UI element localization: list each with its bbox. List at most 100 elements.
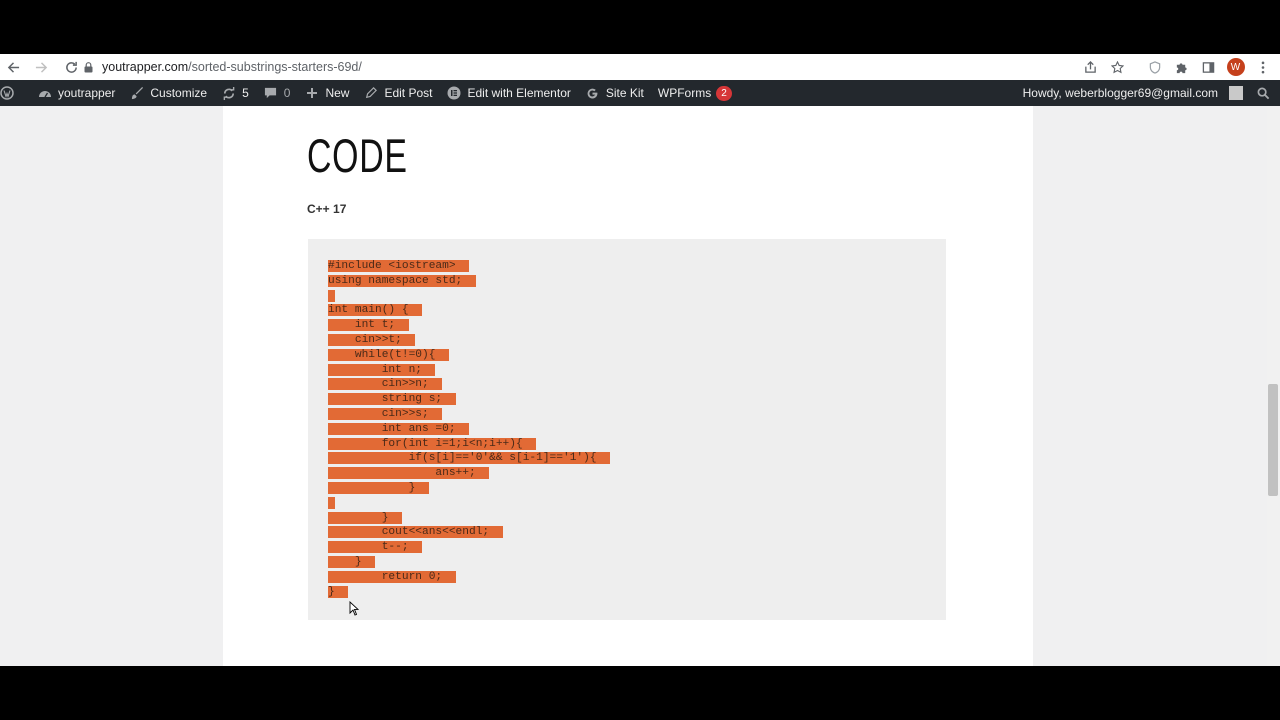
pencil-icon — [363, 87, 379, 99]
howdy-label: Howdy, weberblogger69@gmail.com — [1022, 86, 1218, 100]
admin-search-button[interactable] — [1251, 80, 1280, 106]
paintbrush-icon — [129, 86, 145, 100]
code-line: cin>>n; — [328, 377, 610, 392]
code-line: int ans =0; — [328, 422, 610, 437]
code-line: cin>>t; — [328, 333, 610, 348]
selected-code-text: } — [328, 481, 429, 494]
site-kit-menu[interactable]: Site Kit — [578, 80, 651, 106]
plus-icon — [304, 87, 320, 99]
code-line — [328, 289, 610, 304]
code-line: } — [328, 511, 610, 526]
updates-link[interactable]: 5 — [214, 80, 256, 106]
selected-code-text: string s; — [328, 393, 456, 406]
edit-elementor-label: Edit with Elementor — [467, 86, 571, 100]
arrow-left-icon — [7, 61, 19, 73]
article-content: CODE C++ 17 #include <iostream> using na… — [223, 106, 1033, 666]
profile-button[interactable]: W — [1224, 54, 1247, 80]
code-line: } — [328, 585, 610, 600]
code-line: int t; — [328, 318, 610, 333]
code-text[interactable]: #include <iostream> using namespace std;… — [328, 259, 610, 599]
browser-menu-button[interactable] — [1251, 54, 1274, 80]
selected-code-text: int main() { — [328, 304, 422, 317]
extension-shield-button[interactable] — [1143, 54, 1166, 80]
wpforms-notification-badge: 2 — [716, 85, 732, 101]
arrow-right-icon — [35, 61, 47, 73]
code-line: } — [328, 481, 610, 496]
selected-code-text: #include <iostream> — [328, 260, 469, 272]
star-icon — [1111, 60, 1124, 73]
code-line — [328, 496, 610, 511]
new-label: New — [325, 86, 350, 100]
code-line: int n; — [328, 363, 610, 378]
wpforms-label: WPForms — [657, 86, 712, 100]
customize-label: Customize — [150, 86, 208, 100]
user-avatar — [1229, 86, 1243, 100]
edit-post-label: Edit Post — [384, 86, 433, 100]
code-line: t--; — [328, 540, 610, 555]
selected-code-text: cin>>n; — [328, 378, 443, 391]
comment-bubble-icon — [263, 87, 279, 100]
site-name-menu[interactable]: youtrapper — [30, 80, 122, 106]
share-icon — [1085, 60, 1096, 73]
code-line: while(t!=0){ — [328, 348, 610, 363]
side-panel-button[interactable] — [1197, 54, 1220, 80]
bookmark-button[interactable] — [1106, 54, 1129, 80]
address-bar[interactable]: youtrapper.com/sorted-substrings-starter… — [82, 54, 1082, 80]
back-button[interactable] — [0, 54, 26, 80]
selected-code-text: } — [328, 585, 349, 598]
selected-code-text: } — [328, 511, 402, 524]
code-line: string s; — [328, 392, 610, 407]
selected-code-text: return 0; — [328, 570, 456, 583]
elementor-icon — [446, 86, 462, 100]
selected-code-text — [328, 289, 335, 302]
selected-code-text: int ans =0; — [328, 422, 469, 435]
puzzle-icon — [1176, 62, 1187, 73]
selected-code-text: cin>>t; — [328, 333, 416, 346]
new-content-menu[interactable]: New — [297, 80, 356, 106]
code-line: int main() { — [328, 303, 610, 318]
selected-code-text: ans++; — [328, 467, 490, 480]
account-menu[interactable]: Howdy, weberblogger69@gmail.com — [1023, 80, 1251, 106]
language-label: C++ 17 — [307, 202, 347, 216]
comments-link[interactable]: 0 — [256, 80, 298, 106]
code-line: using namespace std; — [328, 274, 610, 289]
forward-button[interactable] — [28, 54, 54, 80]
comments-count: 0 — [283, 86, 291, 100]
selected-code-text: while(t!=0){ — [328, 348, 449, 361]
video-letterbox-top — [0, 0, 1280, 54]
code-line: if(s[i]=='0'&& s[i-1]=='1'){ — [328, 451, 610, 466]
search-icon — [1257, 87, 1270, 99]
code-block[interactable]: #include <iostream> using namespace std;… — [308, 239, 946, 620]
selected-code-text: int t; — [328, 319, 409, 332]
share-button[interactable] — [1079, 54, 1102, 80]
code-line: return 0; — [328, 570, 610, 585]
updates-count: 5 — [242, 86, 249, 100]
wpforms-menu[interactable]: WPForms 2 — [651, 80, 739, 106]
edit-post-link[interactable]: Edit Post — [356, 80, 439, 106]
site-kit-label: Site Kit — [605, 86, 644, 100]
wp-logo-menu[interactable] — [0, 80, 20, 106]
google-g-icon — [585, 87, 601, 100]
selected-code-text: int n; — [328, 363, 436, 376]
customize-link[interactable]: Customize — [122, 80, 214, 106]
video-letterbox-bottom — [0, 666, 1280, 720]
page-scrollbar-thumb[interactable] — [1268, 384, 1278, 496]
selected-code-text: } — [328, 555, 375, 568]
url-host: youtrapper.com — [102, 60, 189, 74]
selected-code-text: if(s[i]=='0'&& s[i-1]=='1'){ — [328, 452, 610, 465]
reload-icon — [65, 61, 77, 73]
kebab-menu-icon — [1261, 61, 1264, 73]
code-line: } — [328, 555, 610, 570]
code-line: for(int i=1;i<n;i++){ — [328, 437, 610, 452]
reload-button[interactable] — [58, 54, 84, 80]
selected-code-text: cout<<ans<<endl; — [328, 526, 503, 539]
edit-elementor-link[interactable]: Edit with Elementor — [439, 80, 577, 106]
url-text: youtrapper.com/sorted-substrings-starter… — [102, 60, 362, 74]
lock-icon — [82, 60, 94, 74]
selected-code-text: t--; — [328, 541, 422, 554]
selected-code-text: using namespace std; — [328, 274, 476, 287]
side-panel-icon — [1202, 61, 1215, 73]
shield-icon — [1149, 60, 1160, 74]
selected-code-text — [328, 496, 335, 509]
extensions-button[interactable] — [1170, 54, 1193, 80]
